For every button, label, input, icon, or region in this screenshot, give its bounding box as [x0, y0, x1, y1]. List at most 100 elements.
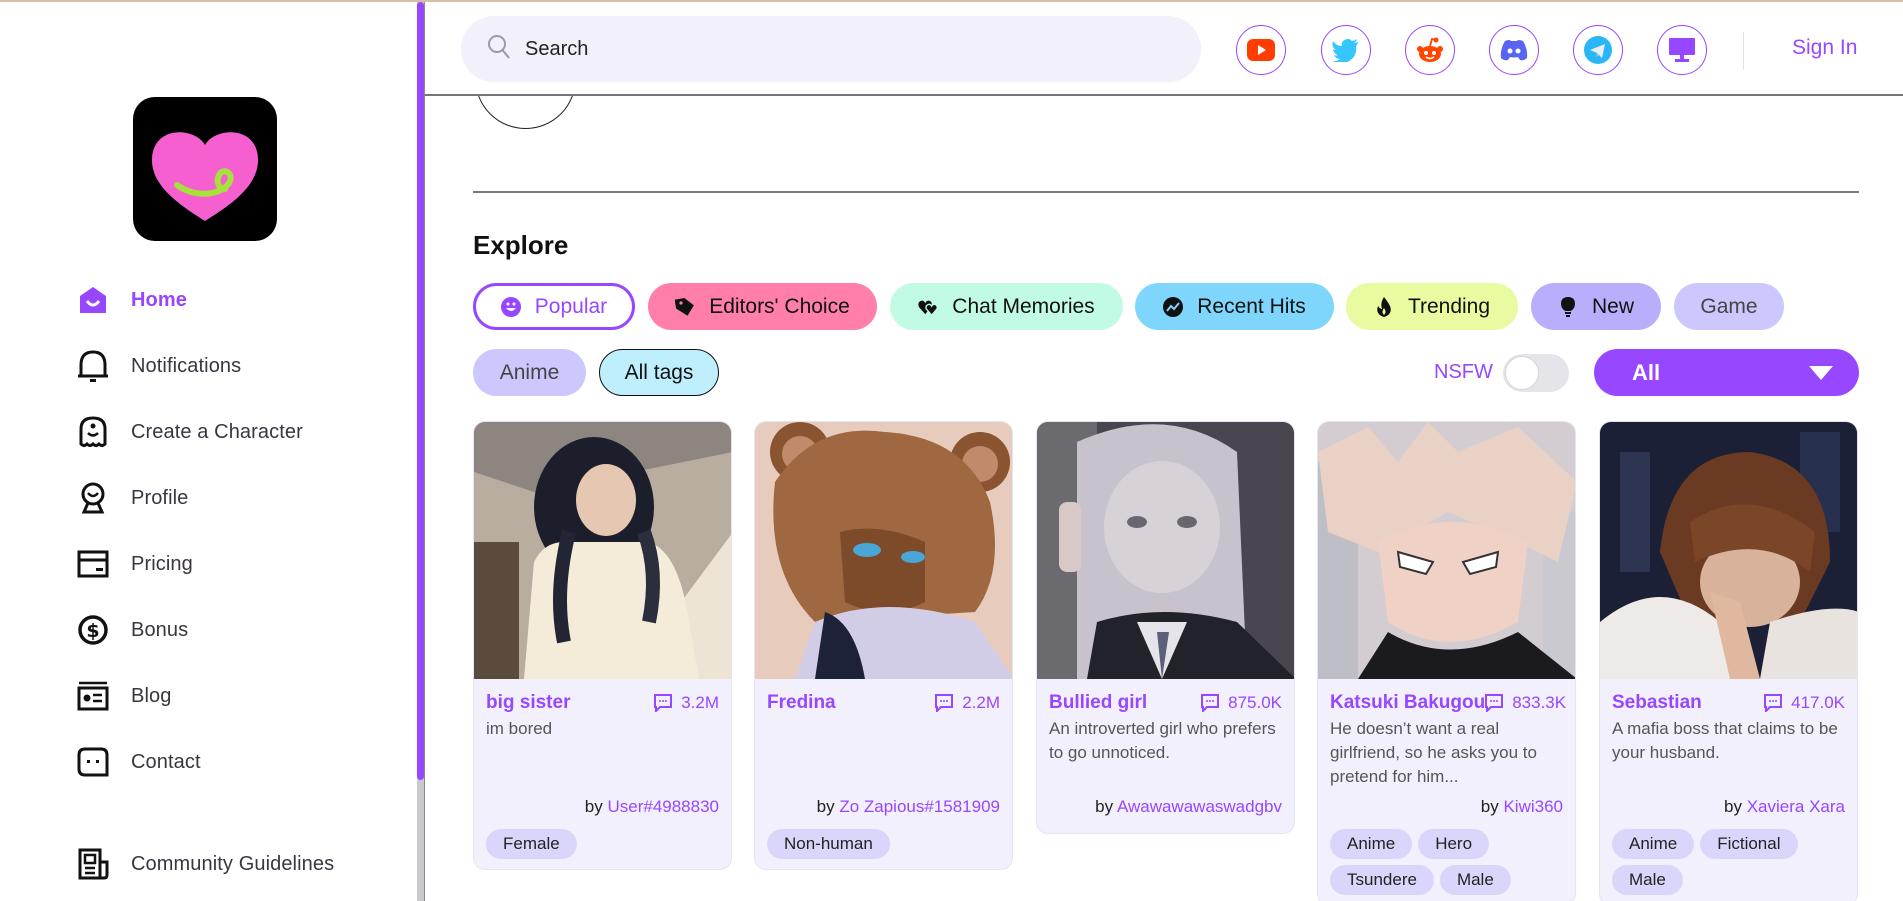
tag-chip[interactable]: Male: [1612, 865, 1683, 895]
desktop-icon: [1669, 38, 1695, 62]
message-count: 417.0K: [1791, 693, 1845, 712]
chip-anime[interactable]: Anime: [473, 349, 586, 396]
tag-icon: [675, 297, 695, 317]
svg-text:$: $: [86, 620, 99, 642]
sidebar-item-blog[interactable]: Blog: [76, 676, 171, 716]
card-icon: [76, 547, 110, 581]
character-name: Bullied girl: [1049, 692, 1148, 713]
author-link[interactable]: Kiwi360: [1503, 797, 1563, 816]
category-select[interactable]: All: [1594, 349, 1859, 396]
nsfw-toggle[interactable]: [1503, 354, 1569, 392]
chip-chat-memories[interactable]: Chat Memories: [890, 283, 1123, 330]
character-card[interactable]: big sister 3.2M im bored by User#4988830…: [473, 421, 732, 870]
author-link[interactable]: Zo Zapious#1581909: [839, 797, 1000, 816]
sidebar-item-create-character[interactable]: Create a Character: [76, 412, 303, 452]
nsfw-toggle-knob: [1505, 356, 1539, 390]
author-link[interactable]: User#4988830: [607, 797, 719, 816]
character-image: [1318, 422, 1575, 679]
tag-chip[interactable]: Tsundere: [1330, 865, 1434, 895]
twitter-link[interactable]: [1321, 25, 1371, 75]
newspaper-icon: [76, 847, 110, 881]
character-description: [767, 717, 1000, 789]
sidebar-item-notifications[interactable]: Notifications: [76, 346, 241, 386]
profile-icon: [76, 481, 110, 515]
search-input[interactable]: [525, 37, 1165, 61]
nsfw-label: NSFW: [1434, 361, 1493, 383]
hearts-icon: [918, 297, 939, 317]
tag-chip[interactable]: Male: [1439, 865, 1511, 895]
dollar-icon: $: [76, 613, 110, 647]
sign-in-link[interactable]: Sign In: [1792, 36, 1857, 60]
flame-icon: [1374, 296, 1394, 317]
character-description: An introverted girl who prefers to go un…: [1049, 719, 1276, 762]
message-count-icon: [1201, 694, 1220, 712]
chip-recent-hits[interactable]: Recent Hits: [1135, 283, 1334, 330]
chip-new[interactable]: New: [1531, 283, 1661, 330]
discord-link[interactable]: [1489, 25, 1539, 75]
sidebar-item-label: Blog: [131, 684, 172, 707]
chip-all-tags[interactable]: All tags: [599, 349, 719, 396]
reddit-link[interactable]: [1405, 25, 1455, 75]
character-card[interactable]: Katsuki Bakugou 833.3K He doesn’t want a…: [1317, 421, 1576, 901]
chip-label: Trending: [1407, 294, 1491, 318]
youtube-link[interactable]: [1236, 25, 1286, 75]
sidebar-item-pricing[interactable]: Pricing: [76, 544, 193, 584]
tag-chip[interactable]: Female: [486, 829, 577, 859]
author-link[interactable]: Awawawawaswadgbv: [1117, 797, 1282, 816]
tag-chip[interactable]: Non-human: [767, 829, 890, 859]
character-card[interactable]: Sebastian 417.0K A mafia boss that claim…: [1599, 421, 1858, 901]
character-description: He doesn’t want a real girlfriend, so he…: [1330, 719, 1537, 786]
character-image: [755, 422, 1012, 679]
character-description: A mafia boss that claims to be your husb…: [1612, 719, 1838, 762]
character-card[interactable]: Bullied girl 875.0K An introverted girl …: [1036, 421, 1295, 834]
character-card[interactable]: Fredina 2.2M by Zo Zapious#1581909 Non-h…: [754, 421, 1013, 870]
chip-label: Chat Memories: [952, 294, 1095, 318]
character-name: big sister: [486, 692, 571, 713]
chip-popular[interactable]: Popular: [473, 283, 635, 330]
chip-label: Popular: [534, 294, 608, 318]
home-icon: [76, 283, 110, 317]
character-image: [1037, 422, 1294, 679]
author-link[interactable]: Xaviera Xara: [1747, 797, 1845, 816]
by-label: by: [816, 797, 835, 816]
sidebar: Home Notifications Create a Character Pr…: [0, 0, 417, 901]
chip-label: New: [1591, 294, 1634, 318]
explore-heading: Explore: [473, 230, 569, 260]
sidebar-item-bonus[interactable]: $ Bonus: [76, 610, 188, 650]
sidebar-item-profile[interactable]: Profile: [76, 478, 188, 518]
chip-editors-choice[interactable]: Editors' Choice: [648, 283, 877, 330]
by-label: by: [584, 797, 603, 816]
search-bar[interactable]: [461, 16, 1201, 82]
character-name: Fredina: [767, 692, 836, 713]
telegram-icon: [1584, 36, 1612, 64]
sidebar-scrollbar-thumb[interactable]: [417, 2, 424, 780]
sidebar-item-label: Notifications: [131, 354, 242, 377]
chip-trending[interactable]: Trending: [1346, 283, 1518, 330]
message-count: 875.0K: [1228, 693, 1282, 712]
tag-chip[interactable]: Anime: [1330, 829, 1413, 859]
trend-icon: [1163, 296, 1184, 317]
heart-logo-icon: [151, 132, 259, 221]
message-count: 2.2M: [962, 693, 1000, 712]
tag-chip[interactable]: Anime: [1612, 829, 1695, 859]
app-logo[interactable]: [133, 97, 277, 241]
desktop-app-link[interactable]: [1657, 25, 1707, 75]
smile-icon: [500, 296, 521, 317]
character-image: [474, 422, 731, 679]
chat-icon: [76, 745, 110, 779]
sidebar-item-home[interactable]: Home: [76, 280, 187, 320]
character-description: im bored: [486, 719, 553, 738]
caret-down-icon: [1809, 365, 1833, 380]
sidebar-item-label: Bonus: [131, 618, 189, 641]
chip-game[interactable]: Game: [1674, 283, 1784, 330]
tag-chip[interactable]: Fictional: [1700, 829, 1798, 859]
character-name: Sebastian: [1612, 692, 1702, 713]
header-separator: [1743, 32, 1744, 70]
tag-chip[interactable]: Hero: [1418, 829, 1490, 859]
sidebar-item-community-guidelines[interactable]: Community Guidelines: [76, 844, 334, 884]
sidebar-item-contact[interactable]: Contact: [76, 742, 201, 782]
telegram-link[interactable]: [1573, 25, 1623, 75]
window-top-border: [0, 0, 1903, 2]
sidebar-scrollbar[interactable]: [417, 0, 424, 901]
chip-label: All tags: [624, 360, 694, 384]
